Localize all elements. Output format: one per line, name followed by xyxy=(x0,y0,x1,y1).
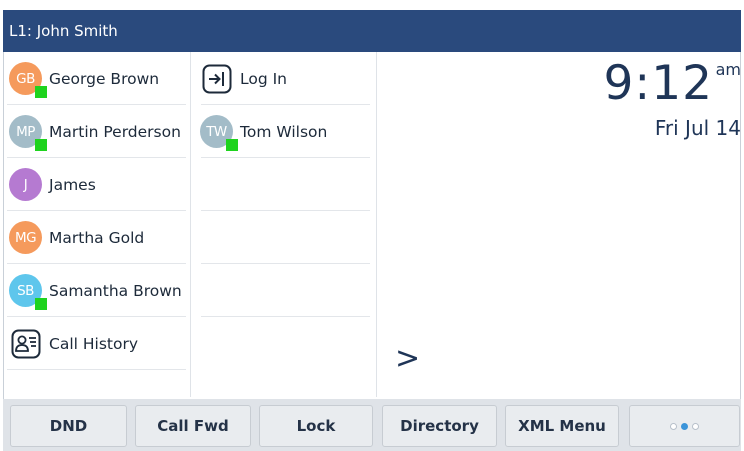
presence-indicator xyxy=(35,298,47,310)
softkey-label: Lock xyxy=(296,417,336,435)
contact-name: George Brown xyxy=(49,69,160,88)
login-key[interactable]: Log In xyxy=(198,52,370,105)
call-history-icon xyxy=(9,327,42,360)
softkey-label: XML Menu xyxy=(518,417,606,435)
avatar: J xyxy=(9,168,42,201)
clock-date: Fri Jul 14 xyxy=(654,116,741,140)
contact-name: Martha Gold xyxy=(49,228,145,247)
contact-name: Samantha Brown xyxy=(49,281,182,300)
contact-name: James xyxy=(49,175,96,194)
line-label: L1: John Smith xyxy=(9,22,118,40)
avatar-initials: TW xyxy=(206,123,227,140)
key-label: Call History xyxy=(49,334,139,353)
xml-menu-softkey[interactable]: XML Menu xyxy=(505,405,619,447)
page-indicator-softkey[interactable] xyxy=(629,405,740,447)
avatar: MP xyxy=(9,115,47,151)
avatar: MG xyxy=(9,221,42,254)
empty-key[interactable] xyxy=(198,264,370,317)
avatar: SB xyxy=(9,274,47,310)
avatar: GB xyxy=(9,62,47,98)
programmable-keys-left: GB George Brown MP Martin Perderson J Ja… xyxy=(4,52,191,397)
avatar-initials: MP xyxy=(16,123,35,140)
clock-panel: 9:12 am Fri Jul 14 > xyxy=(377,52,741,397)
softkey-label: DND xyxy=(49,417,88,435)
speed-dial-key[interactable]: MG Martha Gold xyxy=(4,211,186,264)
avatar-initials: J xyxy=(23,176,28,193)
lock-softkey[interactable]: Lock xyxy=(259,405,373,447)
speed-dial-key[interactable]: MP Martin Perderson xyxy=(4,105,186,158)
clock-ampm: am xyxy=(715,60,741,79)
presence-indicator xyxy=(226,139,238,151)
avatar-initials: GB xyxy=(16,70,35,87)
idle-screen: GB George Brown MP Martin Perderson J Ja… xyxy=(3,52,741,399)
presence-indicator xyxy=(35,86,47,98)
page-indicator xyxy=(670,422,699,430)
page-dot xyxy=(670,422,677,430)
call-history-key[interactable]: Call History xyxy=(4,317,186,370)
programmable-keys-right: Log In TW Tom Wilson xyxy=(191,52,377,397)
line-header: L1: John Smith xyxy=(3,10,741,52)
call-fwd-softkey[interactable]: Call Fwd xyxy=(135,405,251,447)
presence-indicator xyxy=(35,139,47,151)
speed-dial-key[interactable]: GB George Brown xyxy=(4,52,186,105)
page-dot-active xyxy=(681,422,688,430)
more-keys-arrow[interactable]: > xyxy=(395,341,420,376)
speed-dial-key[interactable]: TW Tom Wilson xyxy=(198,105,370,158)
softkey-bar: DND Call Fwd Lock Directory XML Menu xyxy=(3,399,741,451)
key-label: Log In xyxy=(240,69,288,88)
avatar-initials: MG xyxy=(14,229,37,246)
page-dot xyxy=(692,422,699,430)
softkey-label: Call Fwd xyxy=(157,417,229,435)
login-icon xyxy=(200,62,233,95)
speed-dial-key[interactable]: SB Samantha Brown xyxy=(4,264,186,317)
avatar-initials: SB xyxy=(17,282,34,299)
directory-softkey[interactable]: Directory xyxy=(382,405,497,447)
speed-dial-key[interactable]: J James xyxy=(4,158,186,211)
clock-time: 9:12 xyxy=(603,56,713,111)
avatar: TW xyxy=(200,115,238,151)
dnd-softkey[interactable]: DND xyxy=(10,405,127,447)
softkey-label: Directory xyxy=(400,417,479,435)
contact-name: Tom Wilson xyxy=(240,122,328,141)
contact-name: Martin Perderson xyxy=(49,122,181,141)
empty-key[interactable] xyxy=(198,158,370,211)
empty-key[interactable] xyxy=(198,211,370,264)
